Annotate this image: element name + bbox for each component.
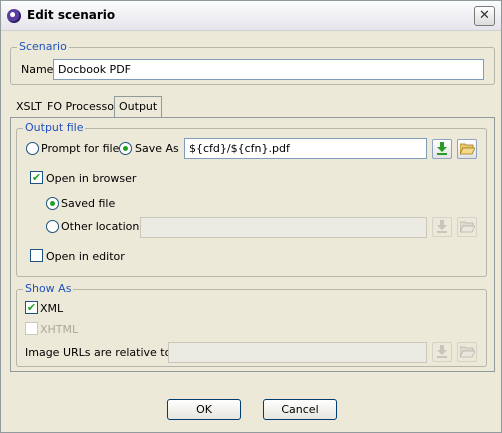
folder-open-icon — [460, 346, 475, 358]
cancel-button[interactable]: Cancel — [263, 399, 337, 420]
eclipse-icon — [7, 9, 21, 23]
other-location-label[interactable]: Other location — [61, 220, 139, 233]
title-bar: Edit scenario ✕ — [1, 1, 501, 31]
open-in-editor-checkbox[interactable] — [30, 249, 43, 262]
xhtml-label[interactable]: XHTML — [40, 323, 78, 336]
tab-fo-processor[interactable]: FO Processor — [43, 97, 122, 117]
tab-xslt[interactable]: XSLT — [12, 97, 46, 117]
name-field[interactable]: Docbook PDF — [53, 59, 484, 80]
show-as-legend: Show As — [23, 282, 74, 295]
folder-open-icon — [460, 221, 475, 233]
close-icon: ✕ — [479, 8, 490, 23]
saved-file-radio[interactable] — [46, 197, 59, 210]
saved-file-label[interactable]: Saved file — [61, 197, 115, 210]
image-urls-download-button[interactable] — [432, 342, 452, 362]
save-as-browse-button[interactable] — [457, 139, 477, 159]
other-location-browse-button[interactable] — [457, 217, 477, 237]
prompt-for-file-radio[interactable] — [26, 142, 39, 155]
other-location-field[interactable] — [140, 217, 427, 238]
download-icon — [437, 142, 447, 155]
xhtml-checkbox[interactable] — [25, 322, 38, 335]
other-location-download-button[interactable] — [432, 217, 452, 237]
save-as-download-button[interactable] — [432, 139, 452, 159]
image-urls-field[interactable] — [168, 342, 427, 363]
other-location-radio[interactable] — [46, 220, 59, 233]
tab-output[interactable]: Output — [114, 96, 163, 117]
ok-button[interactable]: OK — [167, 399, 241, 420]
save-as-radio[interactable] — [119, 142, 132, 155]
folder-open-icon — [460, 143, 475, 155]
xml-label[interactable]: XML — [40, 302, 63, 315]
xml-checkbox[interactable]: ✔ — [25, 301, 38, 314]
window-title: Edit scenario — [27, 8, 116, 22]
save-as-field[interactable]: ${cfd}/${cfn}.pdf — [184, 138, 427, 159]
edit-scenario-dialog: Edit scenario ✕ Scenario Name Docbook PD… — [0, 0, 502, 433]
download-icon — [437, 345, 447, 358]
close-button[interactable]: ✕ — [474, 6, 495, 26]
open-in-browser-label[interactable]: Open in browser — [46, 172, 136, 185]
output-file-legend: Output file — [23, 121, 86, 134]
name-label: Name — [21, 63, 54, 76]
image-urls-label: Image URLs are relative to: — [25, 346, 176, 359]
scenario-legend: Scenario — [17, 40, 69, 53]
open-in-editor-label[interactable]: Open in editor — [46, 250, 125, 263]
save-as-label[interactable]: Save As — [135, 142, 179, 155]
open-in-browser-checkbox[interactable]: ✔ — [30, 171, 43, 184]
prompt-for-file-label[interactable]: Prompt for file — [41, 142, 119, 155]
image-urls-browse-button[interactable] — [457, 342, 477, 362]
download-icon — [437, 220, 447, 233]
